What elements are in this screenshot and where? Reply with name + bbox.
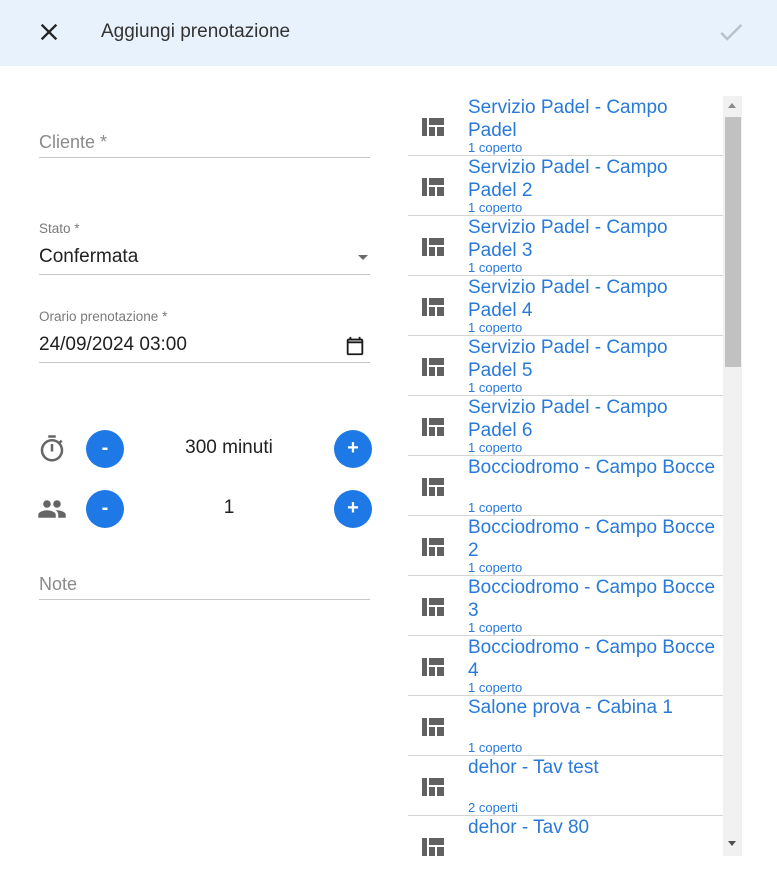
table-layout-icon: [421, 477, 445, 497]
table-layout-icon: [421, 237, 445, 257]
note-underline: [39, 599, 370, 600]
cliente-underline: [39, 157, 370, 158]
table-layout-icon: [421, 177, 445, 197]
table-name: Bocciodromo - Campo Bocce 3: [468, 577, 716, 621]
table-covers: 2 coperti: [468, 800, 518, 815]
durata-stepper: - 300 minuti +: [36, 428, 376, 468]
table-name: Bocciodromo - Campo Bocce 2: [468, 517, 716, 561]
persone-stepper: - 1 +: [36, 488, 376, 528]
dialog-header: Aggiungi prenotazione: [0, 0, 777, 66]
table-list-item[interactable]: Servizio Padel - Campo Padel 1 coperto: [408, 96, 723, 156]
table-list-scrollbar[interactable]: [723, 96, 742, 856]
table-name: Servizio Padel - Campo Padel 5: [468, 337, 668, 381]
persone-plus-button[interactable]: +: [334, 490, 372, 528]
durata-plus-button[interactable]: +: [334, 430, 372, 468]
table-covers: 1 coperto: [468, 380, 523, 395]
orario-value: 24/09/2024 03:00: [39, 334, 187, 355]
table-list-item[interactable]: dehor - Tav 802 coperti: [408, 816, 723, 856]
table-list-item[interactable]: Bocciodromo - Campo Bocce 1 coperto: [408, 456, 723, 516]
note-field[interactable]: Note: [39, 570, 370, 602]
scroll-down-arrow[interactable]: [728, 841, 736, 846]
orario-label: Orario prenotazione *: [39, 309, 168, 324]
table-list-item[interactable]: dehor - Tav test 2 coperti: [408, 756, 723, 816]
table-list-item[interactable]: Servizio Padel - Campo Padel 61 coperto: [408, 396, 723, 456]
orario-field[interactable]: Orario prenotazione * 24/09/2024 03:00: [39, 308, 370, 364]
table-name: Servizio Padel - Campo Padel 3: [468, 217, 668, 261]
table-name: Bocciodromo - Campo Bocce: [468, 457, 716, 478]
table-name: Servizio Padel - Campo Padel 2: [468, 157, 668, 201]
table-layout-icon: [421, 777, 445, 797]
table-covers: 1 coperto: [468, 620, 523, 635]
persone-minus-button[interactable]: -: [86, 490, 124, 528]
table-covers: 1 coperto: [468, 500, 523, 515]
check-icon[interactable]: [716, 17, 746, 47]
table-layout-icon: [421, 117, 445, 137]
table-list-item[interactable]: Bocciodromo - Campo Bocce 41 coperto: [408, 636, 723, 696]
stato-select[interactable]: Stato * Confermata: [39, 220, 370, 276]
table-layout-icon: [421, 837, 445, 856]
table-name: Servizio Padel - Campo Padel 4: [468, 277, 668, 321]
table-covers: 1 coperto: [468, 680, 523, 695]
note-placeholder: Note: [39, 574, 78, 594]
table-list-item[interactable]: Servizio Padel - Campo Padel 31 coperto: [408, 216, 723, 276]
table-name: Bocciodromo - Campo Bocce 4: [468, 637, 716, 681]
table-covers: 1 coperto: [468, 320, 523, 335]
table-covers: 1 coperto: [468, 560, 523, 575]
cliente-field[interactable]: Cliente *: [39, 128, 370, 160]
people-icon: [38, 500, 66, 518]
table-list-item[interactable]: Servizio Padel - Campo Padel 51 coperto: [408, 336, 723, 396]
table-name: Salone prova - Cabina 1: [468, 697, 673, 718]
stato-underline: [39, 274, 370, 275]
table-covers: 1 coperto: [468, 260, 523, 275]
table-name: dehor - Tav test: [468, 757, 599, 778]
table-name: dehor - Tav 80: [468, 817, 590, 838]
scroll-up-arrow[interactable]: [728, 103, 736, 108]
table-layout-icon: [421, 297, 445, 317]
table-list[interactable]: Servizio Padel - Campo Padel 1 coperto Ser…: [408, 96, 723, 856]
table-list-item[interactable]: Servizio Padel - Campo Padel 41 coperto: [408, 276, 723, 336]
stato-label: Stato *: [39, 221, 80, 236]
persone-value: 1: [223, 497, 235, 518]
timer-icon: [40, 435, 64, 462]
close-icon[interactable]: [35, 18, 63, 46]
table-layout-icon: [421, 717, 445, 737]
orario-underline: [39, 362, 370, 363]
table-layout-icon: [421, 597, 445, 617]
table-list-item[interactable]: Servizio Padel - Campo Padel 21 coperto: [408, 156, 723, 216]
table-layout-icon: [421, 417, 445, 437]
table-covers: 1 coperto: [468, 740, 523, 755]
dialog-title: Aggiungi prenotazione: [101, 21, 291, 42]
table-name: Servizio Padel - Campo Padel 6: [468, 397, 668, 441]
table-layout-icon: [421, 537, 445, 557]
table-list-item[interactable]: Bocciodromo - Campo Bocce 31 coperto: [408, 576, 723, 636]
calendar-icon[interactable]: [344, 335, 366, 357]
durata-value: 300 minuti: [185, 437, 273, 458]
table-layout-icon: [421, 657, 445, 677]
cliente-placeholder: Cliente *: [39, 132, 108, 152]
table-layout-icon: [421, 357, 445, 377]
scrollbar-thumb[interactable]: [725, 117, 741, 367]
stato-value: Confermata: [39, 246, 139, 267]
table-covers: 1 coperto: [468, 200, 523, 215]
durata-minus-button[interactable]: -: [86, 430, 124, 468]
table-covers: 1 coperto: [468, 440, 523, 455]
table-covers: 1 coperto: [468, 140, 523, 155]
dropdown-arrow-icon[interactable]: [355, 251, 371, 263]
table-list-item[interactable]: Salone prova - Cabina 1 1 coperto: [408, 696, 723, 756]
table-name: Servizio Padel - Campo Padel: [468, 97, 668, 141]
table-list-item[interactable]: Bocciodromo - Campo Bocce 21 coperto: [408, 516, 723, 576]
